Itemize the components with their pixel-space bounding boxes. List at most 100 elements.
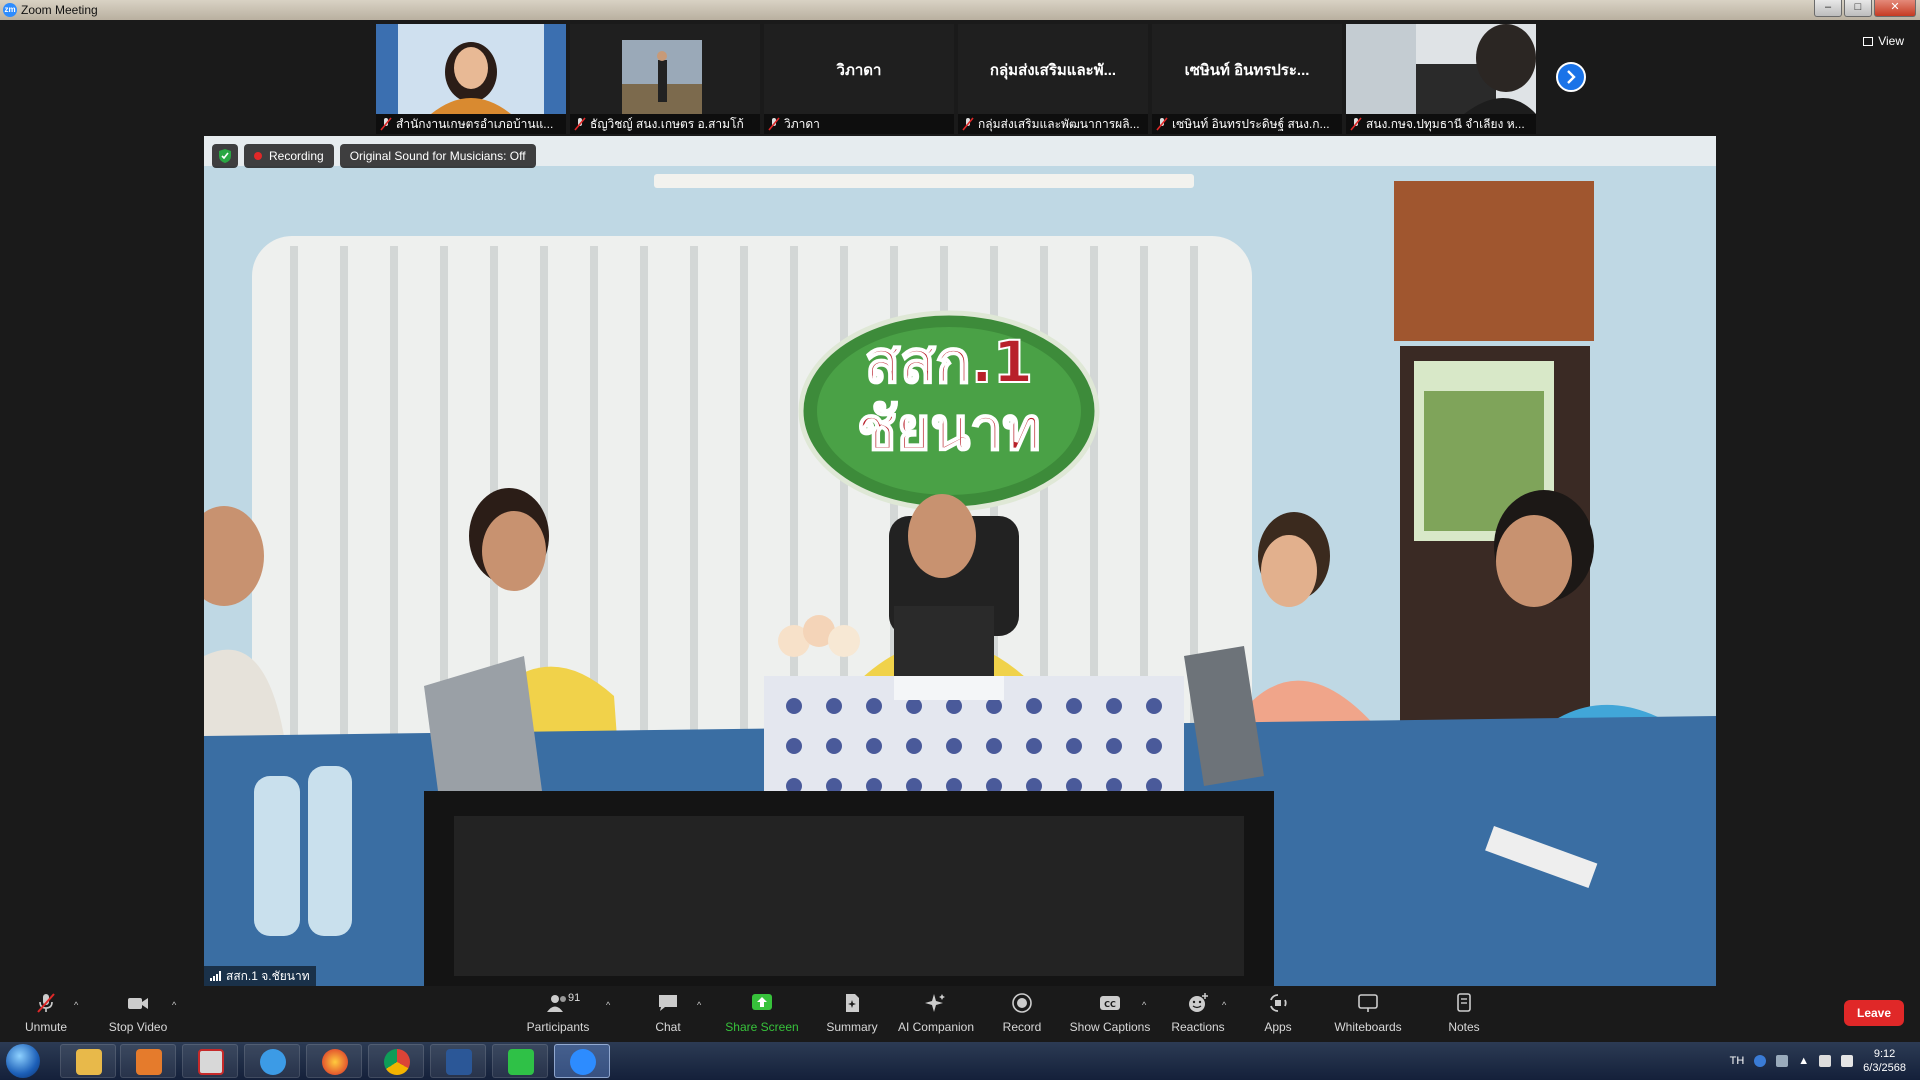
taskbar-line[interactable] (492, 1044, 548, 1078)
acrobat-icon (198, 1049, 224, 1075)
participants-label: Participants (526, 1020, 590, 1034)
ai-companion-button[interactable]: AI Companion (896, 986, 976, 1042)
whiteboard-icon (1358, 994, 1378, 1012)
grid-view-icon (1863, 36, 1874, 46)
recording-badge[interactable]: Recording (244, 144, 334, 168)
apps-button[interactable]: Apps (1256, 986, 1300, 1042)
chat-label: Chat (655, 1020, 681, 1034)
participant-display-name: วิภาดา (836, 62, 882, 79)
ai-companion-label: AI Companion (897, 1020, 975, 1034)
taskbar-clock[interactable]: 9:12 6/3/2568 (1863, 1047, 1906, 1075)
sign-text-line1: สสก.1 (864, 328, 1034, 396)
notes-label: Notes (1448, 1020, 1480, 1034)
participants-options-chevron-icon[interactable]: ^ (606, 1000, 610, 1010)
muted-mic-icon (1156, 117, 1168, 131)
captions-options-chevron-icon[interactable]: ^ (1142, 1000, 1146, 1010)
start-button-windows-icon[interactable] (6, 1044, 40, 1078)
show-hidden-icons-chevron-icon[interactable]: ▲ (1798, 1055, 1809, 1067)
taskbar-word[interactable] (430, 1044, 486, 1078)
stop-video-button[interactable]: Stop Video (106, 986, 170, 1042)
participant-display-name: กลุ่มส่งเสริมและพั... (989, 62, 1117, 79)
taskbar-zoom[interactable] (554, 1044, 610, 1078)
firefox-icon (322, 1049, 348, 1075)
volume-icon[interactable] (1819, 1055, 1832, 1067)
summary-label: Summary (826, 1020, 878, 1034)
show-captions-button[interactable]: CC Show Captions (1068, 986, 1152, 1042)
original-sound-badge[interactable]: Original Sound for Musicians: Off (339, 144, 536, 168)
summary-button[interactable]: Summary (822, 986, 882, 1042)
participant-video (1346, 24, 1536, 114)
captions-cc-icon: CC (1100, 996, 1120, 1010)
main-video-feed: สสก.1 ชัยนาท Recording Original Sound fo… (204, 136, 1716, 986)
recording-dot-icon (254, 152, 262, 160)
participant-thumbnail-strip: สำนักงานเกษตรอำเภอบ้านแ... ธัญวิชญ์ สนง.… (376, 24, 1544, 134)
chat-button[interactable]: Chat (646, 986, 690, 1042)
help-icon[interactable] (1754, 1055, 1767, 1067)
video-camera-icon (128, 998, 148, 1009)
notes-icon (1457, 993, 1471, 1012)
whiteboards-label: Whiteboards (1334, 1020, 1402, 1034)
muted-mic-icon (37, 993, 55, 1013)
action-center-flag-icon[interactable] (1841, 1055, 1854, 1067)
maximize-button[interactable]: □ (1844, 0, 1872, 17)
unmute-button[interactable]: Unmute (20, 986, 72, 1042)
share-screen-button[interactable]: Share Screen (722, 986, 802, 1042)
close-window-button[interactable]: ✕ (1874, 0, 1916, 17)
reactions-smiley-icon (1189, 993, 1208, 1012)
view-button-label: View (1878, 34, 1904, 48)
media-player-icon (136, 1049, 162, 1075)
participant-tile[interactable]: กลุ่มส่งเสริมและพั... กลุ่มส่งเสริมและพั… (958, 24, 1148, 134)
participant-tile[interactable]: เซษินท์ อินทรประ... เซษินท์ อินทรประดิษฐ… (1152, 24, 1342, 134)
whiteboards-button[interactable]: Whiteboards (1326, 986, 1410, 1042)
network-icon[interactable] (1776, 1055, 1789, 1067)
window-title-bar: zm Zoom Meeting – □ ✕ (0, 0, 1920, 20)
next-page-arrow-icon[interactable] (1556, 62, 1586, 92)
chat-options-chevron-icon[interactable]: ^ (697, 1000, 701, 1010)
recording-label: Recording (269, 149, 324, 163)
security-shield-icon[interactable] (212, 144, 238, 168)
participant-tile[interactable]: สนง.กษจ.ปทุมธานี จำเลียง ห... (1346, 24, 1536, 134)
sign-text-line2: ชัยนาท (856, 395, 1042, 463)
participants-icon (547, 995, 566, 1012)
taskbar-media-player[interactable] (120, 1044, 176, 1078)
active-speaker-name: สสก.1 จ.ชัยนาท (226, 969, 310, 983)
participant-name: เซษินท์ อินทรประดิษฐ์ สนง.ก... (1152, 114, 1342, 134)
windows-taskbar: TH ▲ 9:12 6/3/2568 (0, 1042, 1920, 1080)
record-button[interactable]: Record (1000, 986, 1044, 1042)
participant-display-name: เซษินท์ อินทรประ... (1184, 62, 1310, 79)
input-language[interactable]: TH (1730, 1055, 1745, 1067)
leave-button[interactable]: Leave (1844, 1000, 1904, 1026)
participant-video (376, 24, 566, 114)
summary-icon (846, 994, 859, 1012)
apps-label: Apps (1264, 1020, 1292, 1034)
taskbar-chrome[interactable] (368, 1044, 424, 1078)
reactions-button[interactable]: Reactions (1168, 986, 1228, 1042)
view-button[interactable]: View (1863, 34, 1904, 48)
participant-name: สำนักงานเกษตรอำเภอบ้านแ... (376, 114, 566, 134)
muted-mic-icon (574, 117, 586, 131)
line-app-icon (508, 1049, 534, 1075)
muted-mic-icon (1350, 117, 1362, 131)
video-options-chevron-icon[interactable]: ^ (172, 1000, 176, 1010)
participant-name: ธัญวิชญ์ สนง.เกษตร อ.สามโก้ (570, 114, 760, 134)
participant-tile[interactable]: วิภาดา วิภาดา (764, 24, 954, 134)
record-icon (1012, 993, 1032, 1013)
taskbar-internet-explorer[interactable] (244, 1044, 300, 1078)
audio-options-chevron-icon[interactable]: ^ (74, 1000, 78, 1010)
participant-tile[interactable]: สำนักงานเกษตรอำเภอบ้านแ... (376, 24, 566, 134)
signal-strength-icon (210, 971, 221, 981)
active-speaker-label: สสก.1 จ.ชัยนาท (204, 966, 316, 986)
participant-tile[interactable]: ธัญวิชญ์ สนง.เกษตร อ.สามโก้ (570, 24, 760, 134)
muted-mic-icon (962, 117, 974, 131)
minimize-button[interactable]: – (1814, 0, 1842, 17)
taskbar-acrobat[interactable] (182, 1044, 238, 1078)
word-icon (446, 1049, 472, 1075)
apps-icon (1270, 994, 1287, 1012)
taskbar-firefox[interactable] (306, 1044, 362, 1078)
taskbar-file-explorer[interactable] (60, 1044, 116, 1078)
participants-button[interactable]: 91 Participants (524, 986, 592, 1042)
muted-mic-icon (380, 117, 392, 131)
participant-name: กลุ่มส่งเสริมและพัฒนาการผลิ... (958, 114, 1148, 134)
reactions-options-chevron-icon[interactable]: ^ (1222, 1000, 1226, 1010)
notes-button[interactable]: Notes (1442, 986, 1486, 1042)
